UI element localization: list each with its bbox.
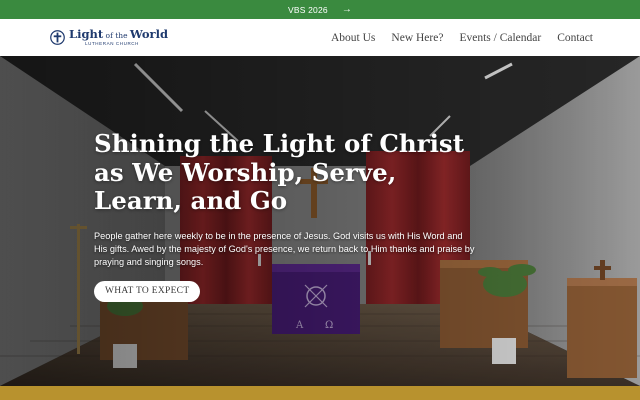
what-to-expect-button[interactable]: WHAT TO EXPECT: [94, 280, 201, 302]
hero-section: A Ω Shining the Light of Christ as We Wo…: [0, 56, 640, 386]
gold-section-band: [0, 386, 640, 400]
cross-shield-icon: [50, 30, 65, 45]
nav-item-events-calendar[interactable]: Events / Calendar: [459, 32, 541, 44]
nav-item-about-us[interactable]: About Us: [331, 32, 375, 44]
site-logo[interactable]: Light of the World LUTHERAN CHURCH: [50, 26, 169, 47]
nav-item-new-here[interactable]: New Here?: [391, 32, 443, 44]
hero-title: Shining the Light of Christ as We Worshi…: [94, 129, 465, 215]
arrow-right-icon[interactable]: →: [342, 4, 352, 15]
site-header: Light of the World LUTHERAN CHURCH About…: [0, 19, 640, 56]
hero-content: Shining the Light of Christ as We Worshi…: [94, 129, 484, 302]
hero-description: People gather here weekly to be in the p…: [94, 230, 475, 267]
announcement-text[interactable]: VBS 2026: [288, 5, 328, 15]
logo-title: Light of the World: [69, 26, 169, 41]
announcement-bar[interactable]: VBS 2026 →: [0, 0, 640, 19]
nav-item-contact[interactable]: Contact: [557, 32, 593, 44]
logo-subtitle: LUTHERAN CHURCH: [85, 41, 140, 46]
main-nav: About Us New Here? Events / Calendar Con…: [331, 32, 593, 44]
